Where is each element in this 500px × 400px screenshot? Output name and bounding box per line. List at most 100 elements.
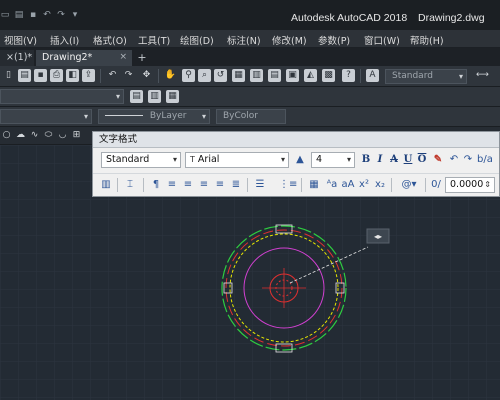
preview-icon[interactable]: ◧ [66, 69, 79, 82]
layer-dropdown[interactable]: ▾ [0, 89, 124, 104]
stack-icon[interactable]: b/a [477, 153, 493, 167]
mtext-justify-icon[interactable]: ⌶ [123, 178, 137, 192]
ellipse-icon[interactable]: ⬭ [42, 129, 55, 142]
open-icon[interactable]: ▤ [14, 10, 24, 20]
paragraph-icon[interactable]: ¶ [149, 178, 163, 192]
font-dropdown[interactable]: T Arial ▾ [185, 152, 289, 168]
plot-style-dropdown[interactable]: ByColor [216, 109, 286, 124]
line-spacing-icon[interactable]: ☰ [253, 178, 267, 192]
oblique-angle-input[interactable]: 0.0000 ⇕ [445, 177, 495, 193]
tab-drawing2[interactable]: Drawing2* × [36, 50, 132, 66]
menu-item-tools[interactable]: 工具(T) [138, 33, 170, 47]
save-icon[interactable]: ▪ [34, 69, 47, 82]
menu-bar: 视图(V) 插入(I) 格式(O) 工具(T) 绘图(D) 标注(N) 修改(M… [0, 30, 500, 48]
dropdown-icon[interactable]: ▾ [70, 10, 80, 20]
annotative-icon[interactable]: ▲ [293, 153, 307, 167]
bold-button[interactable]: B [359, 153, 373, 167]
plot-color-value: ByColor [223, 111, 258, 121]
publish-icon[interactable]: ⇪ [82, 69, 95, 82]
undo-icon[interactable]: ↶ [42, 10, 52, 20]
match-properties-icon[interactable]: ✎ [431, 153, 445, 167]
layer-previous-icon[interactable]: ▥ [148, 90, 161, 103]
menu-item-help[interactable]: 帮助(H) [410, 33, 444, 47]
panel-separator [425, 178, 426, 192]
uppercase-icon[interactable]: ᴬa [325, 178, 339, 192]
style-dropdown[interactable]: Standard ▾ [101, 152, 181, 168]
panel-title: 文字格式 [93, 132, 499, 148]
redo-icon[interactable]: ↷ [56, 10, 66, 20]
save-icon[interactable]: ▪ [28, 10, 38, 20]
columns-icon[interactable]: ▥ [99, 178, 113, 192]
chevron-down-icon: ▾ [280, 155, 285, 164]
undo-icon[interactable]: ↶ [447, 153, 461, 167]
distribute-icon[interactable]: ≣ [229, 178, 243, 192]
zoom-realtime-icon[interactable]: ⚲ [182, 69, 195, 82]
hand-icon[interactable]: ✋ [164, 69, 177, 82]
markup-icon[interactable]: ◭ [304, 69, 317, 82]
menu-item-parametric[interactable]: 参数(P) [318, 33, 350, 47]
menu-item-view[interactable]: 视图(V) [4, 33, 37, 47]
new-icon[interactable]: ▯ [2, 69, 15, 82]
align-center-icon[interactable]: ≡ [181, 178, 195, 192]
quickcalc-icon[interactable]: ▩ [322, 69, 335, 82]
menu-item-dimension[interactable]: 标注(N) [227, 33, 261, 47]
make-current-layer-icon[interactable]: ▤ [130, 90, 143, 103]
standard-toolbar: ▯ ▤ ▪ ⎙ ◧ ⇪ ↶ ↷ ✥ ✋ ⚲ ⌕ ↺ ▦ ▥ ▤ ▣ ◭ ▩ ? … [0, 66, 500, 87]
justify-icon[interactable]: ≡ [213, 178, 227, 192]
text-style-dropdown[interactable]: Standard ▾ [385, 69, 467, 84]
revision-cloud-icon[interactable]: ☁ [14, 129, 27, 142]
tab-drawing1[interactable]: ×(1)* [0, 50, 34, 66]
color-dropdown[interactable]: ▾ [0, 109, 92, 124]
symbol-button[interactable]: @▾ [397, 178, 421, 192]
menu-item-draw[interactable]: 绘图(D) [180, 33, 214, 47]
ellipse-arc-icon[interactable]: ◡ [56, 129, 69, 142]
insert-field-icon[interactable]: ▦ [307, 178, 321, 192]
oblique-angle-icon: 0/ [431, 179, 441, 190]
help-icon[interactable]: ? [342, 69, 355, 82]
redo-icon[interactable]: ↷ [122, 69, 135, 82]
underline-button[interactable]: U [401, 153, 415, 167]
properties-icon[interactable]: ▦ [232, 69, 245, 82]
text-formatting-panel: 文字格式 Standard ▾ T Arial ▾ ▲ 4 ▾ B I A U … [92, 131, 500, 197]
italic-button[interactable]: I [373, 153, 387, 167]
plus-icon[interactable]: + [135, 51, 149, 64]
strikethrough-button[interactable]: A [387, 153, 401, 167]
print-icon[interactable]: ⎙ [50, 69, 63, 82]
layer-states-icon[interactable]: ▦ [166, 90, 179, 103]
overline-button[interactable]: O [415, 153, 429, 167]
layers-toolbar: ▾ ▤ ▥ ▦ [0, 87, 500, 107]
menu-item-format[interactable]: 格式(O) [93, 33, 127, 47]
menu-item-window[interactable]: 窗口(W) [364, 33, 400, 47]
spline-icon[interactable]: ∿ [28, 129, 41, 142]
dimension-style-icon[interactable]: ⟷ [476, 69, 489, 82]
linetype-dropdown[interactable]: ByLayer ▾ [98, 109, 210, 124]
sheet-set-icon[interactable]: ▣ [286, 69, 299, 82]
panel-separator [247, 178, 248, 192]
zoom-previous-icon[interactable]: ↺ [214, 69, 227, 82]
new-icon[interactable]: ▭ [0, 10, 10, 20]
menu-item-modify[interactable]: 修改(M) [272, 33, 307, 47]
numbering-icon[interactable]: ⋮≡ [279, 178, 297, 192]
align-left-icon[interactable]: ≡ [165, 178, 179, 192]
undo-icon[interactable]: ↶ [106, 69, 119, 82]
lowercase-icon[interactable]: aA [341, 178, 355, 192]
quick-access-toolbar: ▭ ▤ ▪ ↶ ↷ ▾ [0, 10, 80, 22]
text-height-input[interactable]: 4 ▾ [311, 152, 355, 168]
circle-icon[interactable]: ○ [0, 129, 13, 142]
tab-label: Drawing2* [42, 52, 93, 63]
text-style-icon[interactable]: A [366, 69, 379, 82]
pan-icon[interactable]: ✥ [140, 69, 153, 82]
open-icon[interactable]: ▤ [18, 69, 31, 82]
redo-icon[interactable]: ↷ [461, 153, 475, 167]
grip-tooltip[interactable]: ◂▸ [366, 228, 390, 244]
insert-block-icon[interactable]: ⊞ [70, 129, 83, 142]
spinner-icon[interactable]: ⇕ [484, 178, 491, 192]
superscript-icon[interactable]: x² [357, 178, 371, 192]
close-icon[interactable]: × [119, 52, 127, 62]
menu-item-insert[interactable]: 插入(I) [50, 33, 79, 47]
design-center-icon[interactable]: ▥ [250, 69, 263, 82]
align-right-icon[interactable]: ≡ [197, 178, 211, 192]
tool-palettes-icon[interactable]: ▤ [268, 69, 281, 82]
subscript-icon[interactable]: x₂ [373, 178, 387, 192]
zoom-window-icon[interactable]: ⌕ [198, 69, 211, 82]
